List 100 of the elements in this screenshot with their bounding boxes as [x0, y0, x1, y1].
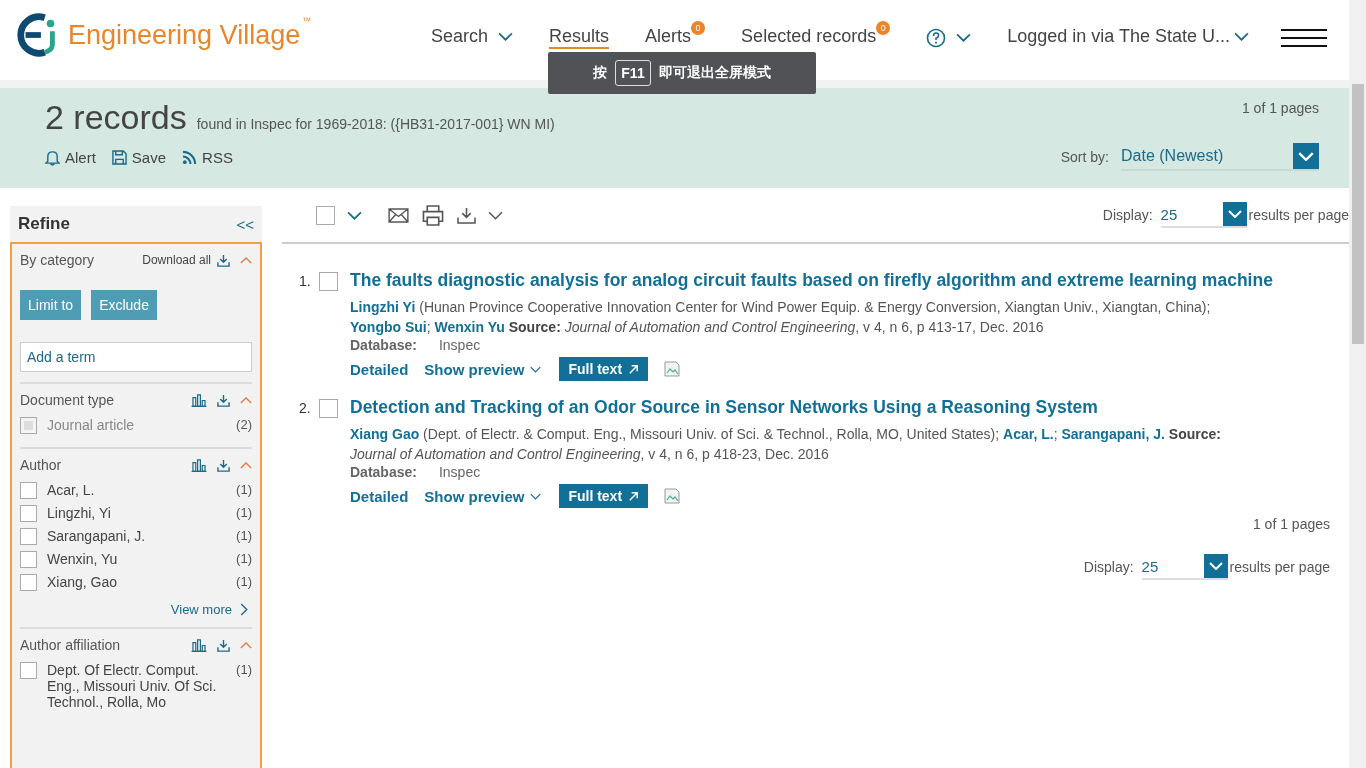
per-page-select[interactable]: 25: [1141, 554, 1228, 580]
chevron-up-icon[interactable]: [240, 641, 252, 649]
chevron-up-icon[interactable]: [240, 461, 252, 469]
chevron-up-icon[interactable]: [240, 256, 252, 264]
chevron-down-icon: [1227, 210, 1242, 218]
record-number: 2.: [299, 399, 312, 418]
action-link[interactable]: RSS: [182, 148, 233, 166]
dropdown-toggle[interactable]: [1203, 554, 1228, 578]
login-menu[interactable]: Logged in via The State U...: [1007, 27, 1249, 49]
facet-count: (1): [236, 482, 252, 497]
help-button[interactable]: [926, 28, 972, 48]
nav-link[interactable]: Alerts: [645, 27, 692, 49]
author-link[interactable]: Wenxin Yu: [434, 319, 505, 335]
download-icon[interactable]: [457, 206, 476, 224]
filter-button[interactable]: Limit to: [20, 290, 82, 320]
record-checkbox[interactable]: [319, 399, 338, 418]
download-icon[interactable]: [217, 458, 230, 472]
facet-count: (1): [236, 662, 252, 677]
action-link[interactable]: Save: [111, 148, 167, 166]
view-more-link[interactable]: View more: [170, 602, 232, 617]
database-label: Database:: [350, 337, 417, 353]
affiliation-text: ;: [1053, 426, 1059, 442]
nav-link[interactable]: Selected records: [741, 27, 877, 49]
checkbox[interactable]: [20, 528, 37, 545]
author-link[interactable]: Yongbo Sui: [350, 319, 427, 335]
facet-option[interactable]: Wenxin, Yu: [47, 551, 227, 567]
record-number: 1.: [299, 272, 312, 291]
facet-count: (2): [236, 417, 252, 432]
show-preview-link[interactable]: Show preview: [424, 360, 542, 378]
chevron-up-icon[interactable]: [240, 396, 252, 404]
sort-select[interactable]: Date (Newest): [1121, 143, 1319, 171]
records-count: 2 records: [45, 98, 187, 137]
term-input[interactable]: Add a term: [20, 342, 252, 372]
dropdown-toggle[interactable]: [1293, 143, 1319, 169]
bell-icon: [45, 148, 60, 166]
facet-option[interactable]: Acar, L.: [47, 482, 227, 498]
checkbox[interactable]: [20, 574, 37, 591]
download-icon[interactable]: [217, 638, 230, 652]
filter-button[interactable]: Exclude: [91, 290, 157, 320]
show-preview-link[interactable]: Show preview: [424, 487, 542, 505]
trademark: ™: [302, 16, 312, 26]
database-value: Inspec: [438, 464, 481, 480]
chevron-down-icon[interactable]: [347, 210, 362, 220]
chevron-down-icon[interactable]: [488, 210, 503, 220]
print-icon[interactable]: [421, 204, 445, 226]
facet-option[interactable]: Dept. Of Electr. Comput. Eng., Missouri Univ. Of Sci. Technol., Rolla, Mo: [47, 662, 227, 710]
query-text: found in Inspec for 1969-2018: ({HB31-2017-001} WN MI): [196, 116, 555, 132]
facet-title: Author affiliation: [20, 637, 121, 653]
chevron-right-icon[interactable]: [240, 603, 248, 616]
author-link[interactable]: Sarangapani, J.: [1061, 426, 1165, 442]
per-page-suffix: results per page: [1229, 559, 1330, 575]
count-badge: 0: [691, 21, 706, 36]
chevron-down-icon: [1208, 562, 1223, 570]
nav-link[interactable]: Results: [549, 27, 610, 49]
bar-chart-icon[interactable]: [191, 393, 207, 407]
facet-title: Author: [20, 457, 62, 473]
affiliation-text: ;: [426, 319, 432, 335]
record-title[interactable]: Detection and Tracking of an Odor Source in Sensor Networks Using a Reasoning System: [350, 397, 1221, 418]
external-link-icon: [628, 363, 640, 375]
count-badge: 0: [876, 21, 891, 36]
key-label: F11: [615, 60, 651, 86]
select-all-checkbox[interactable]: [316, 205, 335, 225]
download-icon[interactable]: [217, 393, 230, 407]
collapse-link[interactable]: <<: [236, 215, 254, 233]
dropdown-toggle[interactable]: [1222, 202, 1247, 226]
nav-dropdown[interactable]: Search: [431, 27, 514, 49]
author-link[interactable]: Lingzhi Yi: [350, 299, 416, 315]
page-info: 1 of 1 pages: [1241, 100, 1319, 116]
bar-chart-icon[interactable]: [191, 458, 207, 472]
detailed-link[interactable]: Detailed: [350, 487, 409, 505]
source-label: Source:: [507, 319, 562, 335]
journal-name: Journal of Automation and Control Engineering: [564, 319, 856, 335]
action-link[interactable]: Alert: [45, 148, 96, 166]
full-text-button[interactable]: Full text: [559, 357, 649, 381]
checkbox[interactable]: [20, 482, 37, 499]
scrollbar[interactable]: [1349, 0, 1366, 768]
affiliation-text: (Dept. of Electr. & Comput. Eng., Missouri Univ. of Sci. & Technol., Rolla, MO, United States);: [422, 426, 1001, 442]
menu-icon[interactable]: [1281, 28, 1327, 48]
help-icon: [926, 28, 947, 48]
download-all-link[interactable]: Download all: [142, 253, 211, 267]
per-page-suffix: results per page: [1248, 207, 1349, 223]
download-icon[interactable]: [217, 253, 230, 267]
author-link[interactable]: Acar, L.: [1003, 426, 1054, 442]
facet-option[interactable]: Xiang, Gao: [47, 574, 227, 590]
per-page-select[interactable]: 25: [1160, 202, 1247, 228]
checkbox[interactable]: [20, 505, 37, 522]
display-label: Display:: [1102, 207, 1153, 223]
database-label: Database:: [350, 464, 417, 480]
facet-option[interactable]: Sarangapani, J.: [47, 528, 227, 544]
record-checkbox[interactable]: [319, 272, 338, 291]
full-text-button[interactable]: Full text: [559, 484, 649, 508]
facet-option[interactable]: Lingzhi, Yi: [47, 505, 227, 521]
checkbox[interactable]: [20, 551, 37, 568]
email-icon[interactable]: [388, 207, 409, 223]
author-link[interactable]: Xiang Gao: [350, 426, 420, 442]
bar-chart-icon[interactable]: [191, 638, 207, 652]
checkbox[interactable]: [20, 662, 37, 679]
chevron-down-icon: [498, 32, 514, 42]
record-title[interactable]: The faults diagnostic analysis for analog circuit faults based on firefly algorithm and extreme learning machine: [350, 270, 1273, 291]
detailed-link[interactable]: Detailed: [350, 360, 409, 378]
